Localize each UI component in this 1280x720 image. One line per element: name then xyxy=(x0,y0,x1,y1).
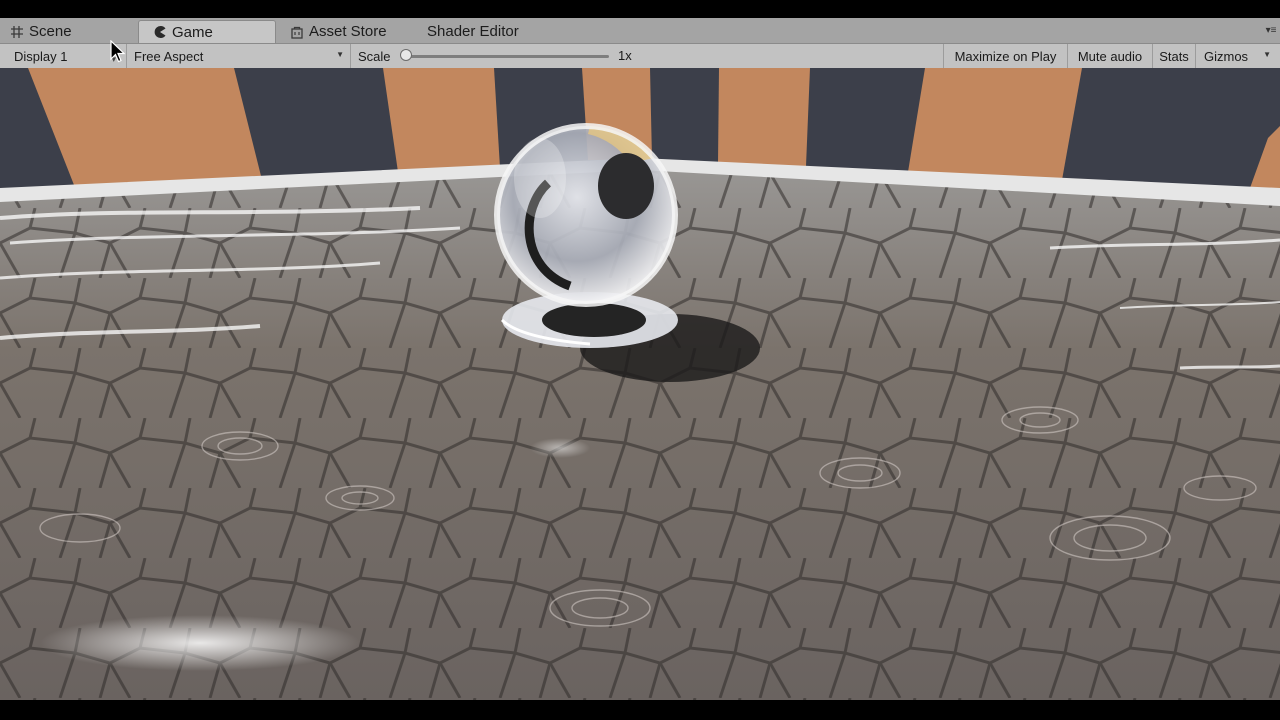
pacman-icon xyxy=(153,25,167,39)
aspect-dropdown-label: Free Aspect xyxy=(134,48,204,64)
tab-scene-label: Scene xyxy=(29,23,72,40)
scale-control: Scale 1x xyxy=(351,44,944,68)
tab-shader-editor[interactable]: Shader Editor xyxy=(427,20,547,43)
panel-menu-icon[interactable]: ▾≡ xyxy=(1264,26,1278,36)
shader-ball xyxy=(494,123,678,307)
stats-label: Stats xyxy=(1159,48,1189,64)
scale-value: 1x xyxy=(618,48,632,63)
tab-bar: Scene Game Asset Store Shader Editor ▾≡ xyxy=(0,18,1280,44)
game-viewport[interactable] xyxy=(0,68,1280,700)
unity-editor-window: Scene Game Asset Store Shader Editor ▾≡ … xyxy=(0,0,1280,720)
display-dropdown[interactable]: Display 1 ▴▾ xyxy=(0,44,127,68)
scale-slider-track[interactable] xyxy=(406,55,609,58)
wall-stripe xyxy=(718,68,810,166)
tab-asset-store-label: Asset Store xyxy=(309,23,387,40)
gizmos-label: Gizmos xyxy=(1204,48,1249,64)
wall-stripe xyxy=(383,68,500,172)
game-view-toolbar: Display 1 ▴▾ Free Aspect ▼ Scale 1x Maxi… xyxy=(0,44,1280,69)
tab-asset-store[interactable]: Asset Store xyxy=(290,20,410,43)
display-dropdown-label: Display 1 xyxy=(14,48,68,64)
store-icon xyxy=(290,25,304,39)
maximize-on-play-label: Maximize on Play xyxy=(954,48,1057,64)
mouse-cursor-icon xyxy=(110,40,126,63)
mute-audio-button[interactable]: Mute audio xyxy=(1068,44,1153,68)
tab-game-label: Game xyxy=(172,23,213,41)
tab-game[interactable]: Game xyxy=(138,20,276,43)
floor-glare xyxy=(530,438,590,458)
caret-down-icon: ▼ xyxy=(1263,50,1271,59)
wall-stripe xyxy=(908,68,1082,180)
scale-label: Scale xyxy=(358,48,391,64)
floor-glare xyxy=(40,615,360,671)
gizmos-dropdown[interactable]: Gizmos ▼ xyxy=(1196,44,1274,68)
grid-icon xyxy=(10,25,24,39)
game-render xyxy=(0,68,1280,700)
caret-down-icon: ▼ xyxy=(336,50,344,59)
maximize-on-play-button[interactable]: Maximize on Play xyxy=(944,44,1068,68)
tab-shader-editor-label: Shader Editor xyxy=(427,23,519,40)
scale-slider-thumb[interactable] xyxy=(400,49,412,61)
stats-button[interactable]: Stats xyxy=(1153,44,1196,68)
aspect-dropdown[interactable]: Free Aspect ▼ xyxy=(127,44,351,68)
mute-audio-label: Mute audio xyxy=(1077,48,1143,64)
